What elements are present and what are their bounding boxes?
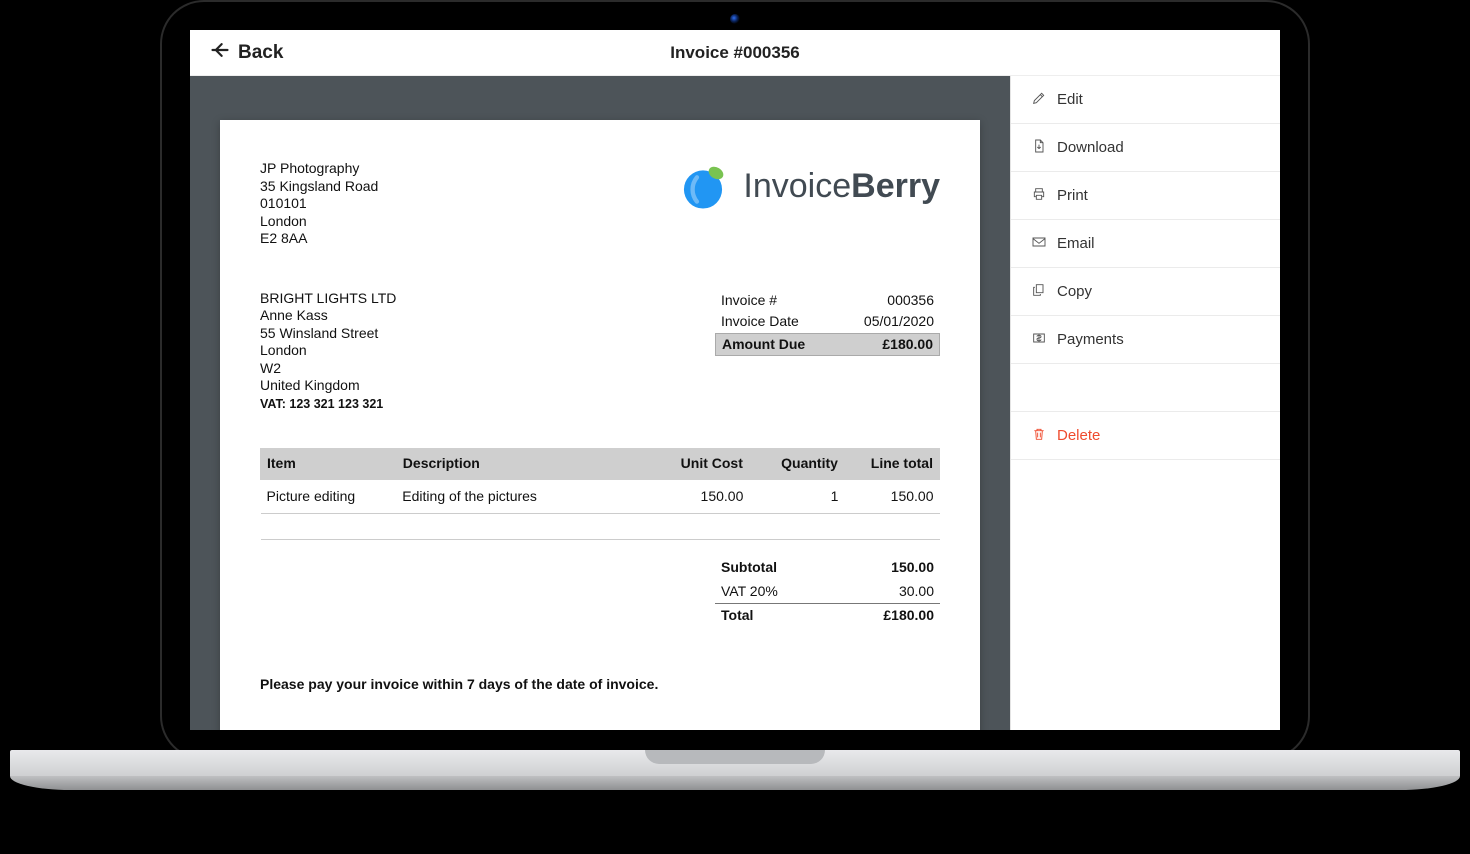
vat-value: 30.00 (899, 583, 934, 601)
back-button[interactable]: Back (190, 30, 303, 75)
app-root: Back Invoice #000356 JP Photography 35 K… (190, 30, 1280, 730)
email-icon (1031, 234, 1047, 254)
laptop-base (10, 750, 1460, 810)
subtotal-label: Subtotal (721, 559, 777, 577)
meta-due-value: £180.00 (882, 336, 933, 354)
action-print[interactable]: Print (1011, 172, 1280, 220)
download-icon (1031, 138, 1047, 158)
col-description: Description (396, 449, 654, 480)
brand-part2: Berry (851, 167, 940, 205)
from-street: 35 Kingsland Road (260, 178, 378, 196)
meta-date-label: Invoice Date (721, 313, 799, 331)
bill-city: London (260, 342, 396, 360)
col-unit-cost: Unit Cost (654, 449, 749, 480)
from-address: JP Photography 35 Kingsland Road 010101 … (260, 160, 378, 248)
from-city: London (260, 213, 378, 231)
totals-vat: VAT 20% 30.00 (715, 580, 940, 604)
brand-part1: Invoice (743, 167, 851, 205)
cell-description: Editing of the pictures (396, 479, 654, 514)
meta-due-label: Amount Due (722, 336, 805, 354)
action-label: Copy (1057, 283, 1092, 300)
from-name: JP Photography (260, 160, 378, 178)
col-line-total: Line total (844, 449, 939, 480)
line-items-table: Item Description Unit Cost Quantity Line… (260, 448, 940, 540)
from-postcode: E2 8AA (260, 230, 378, 248)
trash-icon (1031, 426, 1047, 446)
bill-street: 55 Winsland Street (260, 325, 396, 343)
action-label: Email (1057, 235, 1095, 252)
bill-postcode: W2 (260, 360, 396, 378)
action-label: Payments (1057, 331, 1124, 348)
camera-dot (730, 14, 740, 24)
total-label: Total (721, 607, 753, 625)
subtotal-value: 150.00 (891, 559, 934, 577)
col-item: Item (261, 449, 397, 480)
action-label: Print (1057, 187, 1088, 204)
print-icon (1031, 186, 1047, 206)
cell-item: Picture editing (261, 479, 397, 514)
meta-row-number: Invoice # 000356 (715, 290, 940, 312)
document-meta: BRIGHT LIGHTS LTD Anne Kass 55 Winsland … (260, 290, 940, 413)
bill-company: BRIGHT LIGHTS LTD (260, 290, 396, 308)
actions-sidebar: Edit Download Print (1010, 76, 1280, 730)
action-label: Download (1057, 139, 1124, 156)
action-download[interactable]: Download (1011, 124, 1280, 172)
vat-label: VAT 20% (721, 583, 778, 601)
workspace: JP Photography 35 Kingsland Road 010101 … (190, 76, 1280, 730)
action-payments[interactable]: Payments (1011, 316, 1280, 364)
totals-subtotal: Subtotal 150.00 (715, 556, 940, 580)
invoice-meta: Invoice # 000356 Invoice Date 05/01/2020… (715, 290, 940, 413)
action-copy[interactable]: Copy (1011, 268, 1280, 316)
arrow-left-icon (210, 40, 230, 66)
action-edit[interactable]: Edit (1011, 76, 1280, 124)
table-row: Picture editing Editing of the pictures … (261, 479, 940, 514)
payment-note: Please pay your invoice within 7 days of… (260, 676, 940, 694)
laptop-lid: Back Invoice #000356 JP Photography 35 K… (160, 0, 1310, 760)
action-label: Edit (1057, 91, 1083, 108)
action-delete[interactable]: Delete (1011, 412, 1280, 460)
invoice-document: JP Photography 35 Kingsland Road 010101 … (220, 120, 980, 730)
brand-logo: InvoiceBerry (677, 160, 940, 212)
page-title: Invoice #000356 (190, 43, 1280, 63)
table-header-row: Item Description Unit Cost Quantity Line… (261, 449, 940, 480)
totals-box: Subtotal 150.00 VAT 20% 30.00 Total £180… (715, 556, 940, 628)
bill-vat: VAT: 123 321 123 321 (260, 397, 396, 413)
action-email[interactable]: Email (1011, 220, 1280, 268)
topbar: Back Invoice #000356 (190, 30, 1280, 76)
from-code: 010101 (260, 195, 378, 213)
total-value: £180.00 (883, 607, 934, 625)
cell-unit-cost: 150.00 (654, 479, 749, 514)
totals-grand: Total £180.00 (715, 603, 940, 628)
laptop-frame: Back Invoice #000356 JP Photography 35 K… (160, 0, 1310, 810)
brand-mark-icon (677, 160, 729, 212)
col-quantity: Quantity (749, 449, 844, 480)
back-label: Back (238, 42, 283, 64)
bill-country: United Kingdom (260, 377, 396, 395)
cell-line-total: 150.00 (844, 479, 939, 514)
document-header: JP Photography 35 Kingsland Road 010101 … (260, 160, 940, 248)
document-canvas: JP Photography 35 Kingsland Road 010101 … (190, 76, 1010, 730)
action-spacer (1011, 364, 1280, 412)
meta-row-due: Amount Due £180.00 (715, 333, 940, 357)
meta-row-date: Invoice Date 05/01/2020 (715, 311, 940, 333)
cell-quantity: 1 (749, 479, 844, 514)
meta-date-value: 05/01/2020 (864, 313, 934, 331)
action-label: Delete (1057, 427, 1100, 444)
bill-to: BRIGHT LIGHTS LTD Anne Kass 55 Winsland … (260, 290, 396, 413)
meta-number-label: Invoice # (721, 292, 777, 310)
pencil-icon (1031, 90, 1047, 110)
table-gap-row (261, 514, 940, 540)
bill-contact: Anne Kass (260, 307, 396, 325)
payments-icon (1031, 330, 1047, 350)
meta-number-value: 000356 (887, 292, 934, 310)
brand-text: InvoiceBerry (743, 165, 940, 208)
copy-icon (1031, 282, 1047, 302)
